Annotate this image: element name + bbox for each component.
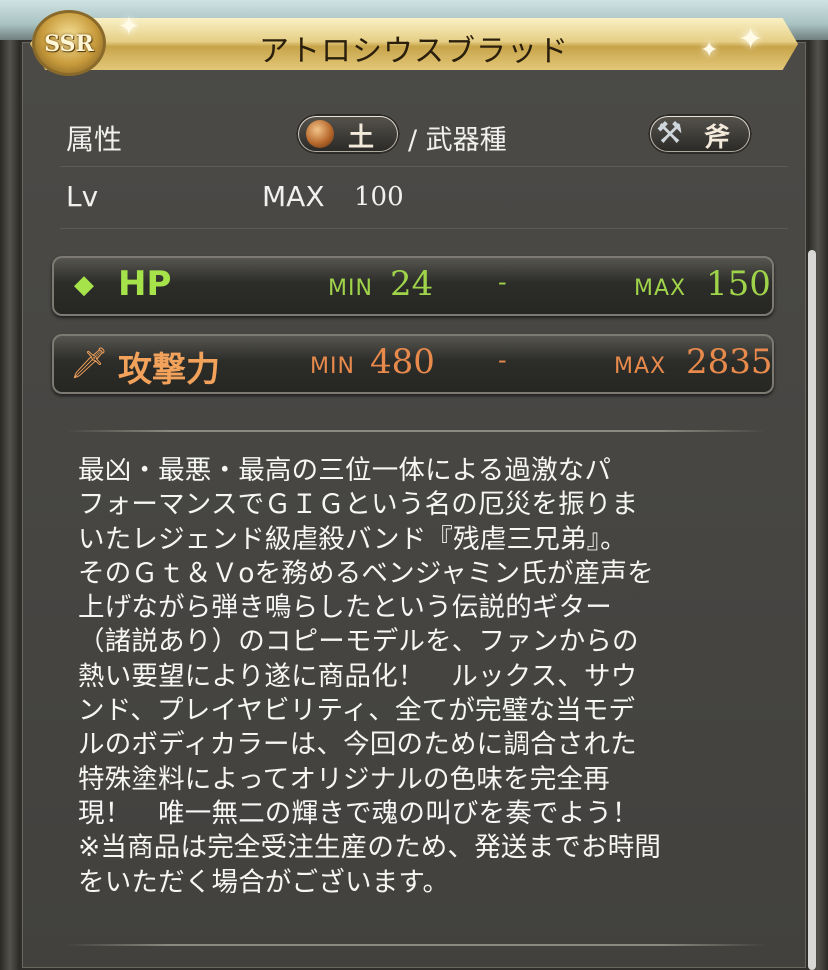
hp-max-label: MAX xyxy=(634,276,687,301)
hp-dash: - xyxy=(498,268,507,296)
sparkle-icon: ✦ xyxy=(738,22,764,57)
rarity-label: SSR xyxy=(44,31,94,57)
element-value: 土 xyxy=(348,123,375,153)
section-separator xyxy=(66,430,766,432)
sparkle-icon: ✦ xyxy=(700,38,719,63)
scrollbar[interactable] xyxy=(808,250,816,970)
hp-stat-bar: ◆ HP MIN 24 - MAX 150 xyxy=(52,256,774,316)
weapon-type-label: / 武器種 xyxy=(408,125,507,156)
level-max-text: MAX xyxy=(262,180,325,213)
rarity-badge: SSR xyxy=(32,10,106,76)
weapon-type-pill: ⚒ 斧 xyxy=(648,114,752,154)
card-frame: アトロシウスブラッド SSR ✦ ✦ ✦ 属性 土 / 武器種 ⚒ 斧 Lv M… xyxy=(0,0,828,970)
atk-stat-bar: 🗡 攻撃力 MIN 480 - MAX 2835 xyxy=(52,334,774,394)
sparkle-icon: ✦ xyxy=(118,12,140,42)
hp-min-value: 24 xyxy=(390,264,434,304)
axe-icon: ⚒ xyxy=(656,116,683,151)
atk-name: 攻撃力 xyxy=(118,350,220,390)
hp-name: HP xyxy=(118,264,172,304)
section-separator xyxy=(66,944,766,946)
row-divider xyxy=(60,228,788,229)
hp-max-value: 150 xyxy=(706,264,771,304)
weapon-type-value: 斧 xyxy=(704,123,731,153)
atk-dash: - xyxy=(498,346,507,374)
frame-border-left xyxy=(0,40,20,970)
atk-min-value: 480 xyxy=(370,342,435,382)
weapon-description: 最凶・最悪・最高の三位一体による過激なパ フォーマンスでＧＩＧという名の厄災を振… xyxy=(78,455,662,898)
element-pill: 土 xyxy=(296,114,400,154)
atk-max-value: 2835 xyxy=(686,342,773,382)
hp-min-label: MIN xyxy=(328,276,373,301)
row-divider xyxy=(60,166,788,167)
atk-max-label: MAX xyxy=(614,354,667,379)
diamond-icon: ◆ xyxy=(74,270,94,300)
element-label: 属性 xyxy=(66,123,123,156)
weapon-title: アトロシウスブラッド xyxy=(259,34,569,69)
atk-min-label: MIN xyxy=(310,354,355,379)
level-max-value: 100 xyxy=(354,182,404,212)
level-label: Lv xyxy=(66,180,99,213)
sword-icon: 🗡 xyxy=(70,346,109,381)
earth-orb-icon xyxy=(306,120,334,148)
title-banner: アトロシウスブラッド xyxy=(30,18,798,70)
